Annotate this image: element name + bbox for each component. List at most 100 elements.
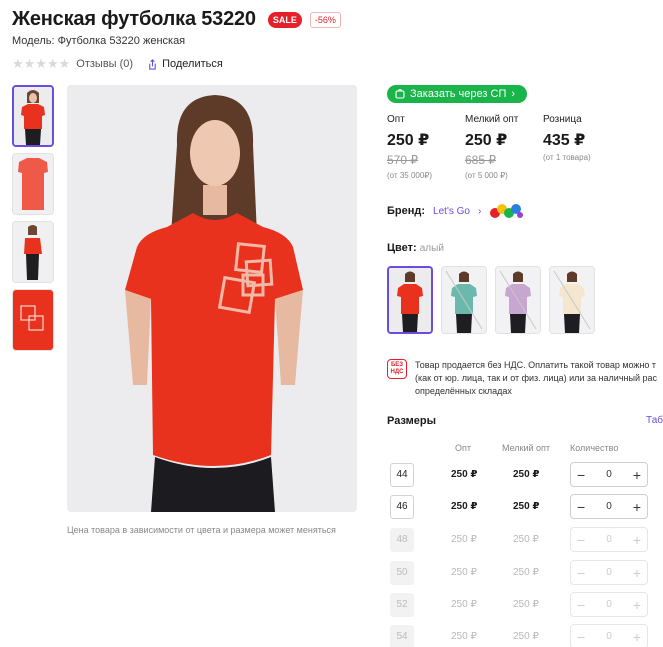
model-photo-image [67, 85, 357, 512]
plus-icon[interactable]: + [633, 500, 641, 514]
size-label: 48 [390, 528, 414, 552]
minus-icon: − [577, 531, 586, 548]
swatch-red-image [389, 268, 431, 332]
brand-link[interactable]: Let's Go [433, 206, 470, 217]
minus-icon: − [577, 596, 586, 613]
price-note: (от 5 000 ₽) [465, 171, 508, 180]
rating-row: ★★★★★ Отзывы (0) Поделиться [12, 56, 223, 72]
thumbnail-1[interactable] [12, 85, 54, 147]
swatch-lilac-image [496, 267, 540, 333]
quantity-value: 0 [606, 534, 612, 545]
size-price-opt: 250 ₽ [451, 501, 478, 512]
thumbnail-model-image [14, 87, 52, 145]
column-header-small-opt: Мелкий опт [502, 443, 551, 453]
size-row: 50 250 ₽ 250 ₽ − 0 + [387, 560, 663, 586]
order-sp-button[interactable]: Заказать через СП › [387, 85, 528, 103]
size-table-link[interactable]: Таб [646, 415, 663, 427]
price-label: Опт [387, 114, 405, 125]
no-vat-icon: БЕЗ НДС [387, 359, 407, 379]
plus-icon: + [632, 628, 641, 645]
sizes-title: Размеры [387, 415, 437, 427]
size-price-opt: 250 ₽ [451, 631, 477, 642]
plus-icon: + [632, 531, 641, 548]
main-product-photo[interactable] [67, 85, 357, 512]
size-price-opt: 250 ₽ [451, 599, 477, 610]
swatch-cream-image [550, 267, 594, 333]
minus-icon: − [577, 628, 586, 645]
plus-icon: + [632, 596, 641, 613]
size-row: 48 250 ₽ 250 ₽ − 0 + [387, 527, 663, 553]
swatch-teal[interactable] [441, 266, 487, 334]
size-row: 52 250 ₽ 250 ₽ − 0 + [387, 592, 663, 618]
size-price-small: 250 ₽ [513, 631, 539, 642]
vat-text-line: Товар продается без НДС. Оплатить такой … [415, 360, 657, 370]
chevron-right-icon: › [511, 88, 516, 100]
vat-notice: БЕЗ НДС Товар продается без НДС. Оплатит… [387, 359, 663, 398]
sale-badge: SALE [267, 11, 302, 28]
thumbnail-3[interactable] [12, 221, 54, 283]
size-label: 44 [390, 463, 414, 487]
size-row: 44 250 ₽ 250 ₽ − 0 + [387, 462, 663, 488]
brand-logo[interactable] [489, 201, 524, 221]
product-title: Женская футболка 53220 [12, 8, 256, 30]
size-price-small: 250 ₽ [513, 534, 539, 545]
swatch-red[interactable] [387, 266, 433, 334]
price-note: (от 1 товара) [543, 153, 591, 162]
quantity-value: 0 [606, 599, 612, 610]
thumbnail-list [12, 85, 56, 357]
order-sp-label: Заказать через СП [410, 88, 507, 100]
column-header-opt: Опт [455, 443, 471, 453]
price-column-opt: Опт 250 ₽ 570 ₽ (от 35 000₽) [387, 114, 465, 180]
size-label: 46 [390, 495, 414, 519]
quantity-stepper: − 0 + [570, 527, 648, 552]
size-label: 52 [390, 593, 414, 617]
minus-icon[interactable]: − [577, 468, 585, 482]
vat-text-line: определённых складах [415, 386, 512, 396]
product-model: Модель: Футболка 53220 женская [12, 35, 186, 47]
discount-badge: -56% [309, 11, 341, 28]
plus-icon[interactable]: + [633, 468, 641, 482]
share-label: Поделиться [162, 58, 223, 70]
price-caption: Цена товара в зависимости от цвета и раз… [67, 525, 336, 535]
size-price-small: 250 ₽ [513, 469, 540, 480]
quantity-stepper: − 0 + [570, 462, 648, 487]
price-column-small-opt: Мелкий опт 250 ₽ 685 ₽ (от 5 000 ₽) [465, 114, 543, 180]
price-value: 250 ₽ [465, 132, 508, 149]
rating-stars[interactable]: ★★★★★ [12, 56, 70, 72]
size-label: 54 [390, 625, 414, 647]
quantity-stepper: − 0 + [570, 560, 648, 585]
price-block: Опт 250 ₽ 570 ₽ (от 35 000₽) Мелкий опт … [387, 114, 621, 180]
color-label: Цвет: [387, 242, 417, 254]
thumbnail-4[interactable] [12, 289, 54, 351]
size-price-small: 250 ₽ [513, 599, 539, 610]
swatch-cream[interactable] [549, 266, 595, 334]
price-value: 435 ₽ [543, 132, 586, 149]
brand-label: Бренд: [387, 205, 426, 217]
quantity-value[interactable]: 0 [606, 501, 612, 512]
vat-text-line: (как от юр. лица, так и от физ. лица) ил… [415, 373, 657, 383]
price-column-retail: Розница 435 ₽ (от 1 товара) [543, 114, 621, 180]
share-button[interactable]: Поделиться [147, 58, 223, 70]
price-label: Розница [543, 114, 582, 125]
price-old: 685 ₽ [465, 153, 496, 167]
color-value: алый [419, 243, 444, 254]
thumbnail-2[interactable] [12, 153, 54, 215]
no-vat-icon-line-1: БЕЗ [390, 362, 404, 368]
price-old: 570 ₽ [387, 153, 418, 167]
sizes-header: Размеры Таб [387, 415, 663, 427]
color-swatches [387, 266, 595, 334]
chevron-right-icon: › [477, 205, 482, 217]
size-label: 50 [390, 561, 414, 585]
reviews-link[interactable]: Отзывы (0) [76, 58, 133, 70]
title-row: Женская футболка 53220 SALE -56% [12, 8, 341, 31]
swatch-lilac[interactable] [495, 266, 541, 334]
quantity-stepper: − 0 + [570, 592, 648, 617]
quantity-value[interactable]: 0 [606, 469, 612, 480]
size-row: 46 250 ₽ 250 ₽ − 0 + [387, 494, 663, 520]
minus-icon[interactable]: − [577, 500, 585, 514]
thumbnail-detail-image [13, 290, 53, 350]
size-price-small: 250 ₽ [513, 567, 539, 578]
share-icon [149, 58, 156, 70]
thumbnail-back-image [13, 154, 53, 214]
price-value: 250 ₽ [387, 132, 430, 149]
